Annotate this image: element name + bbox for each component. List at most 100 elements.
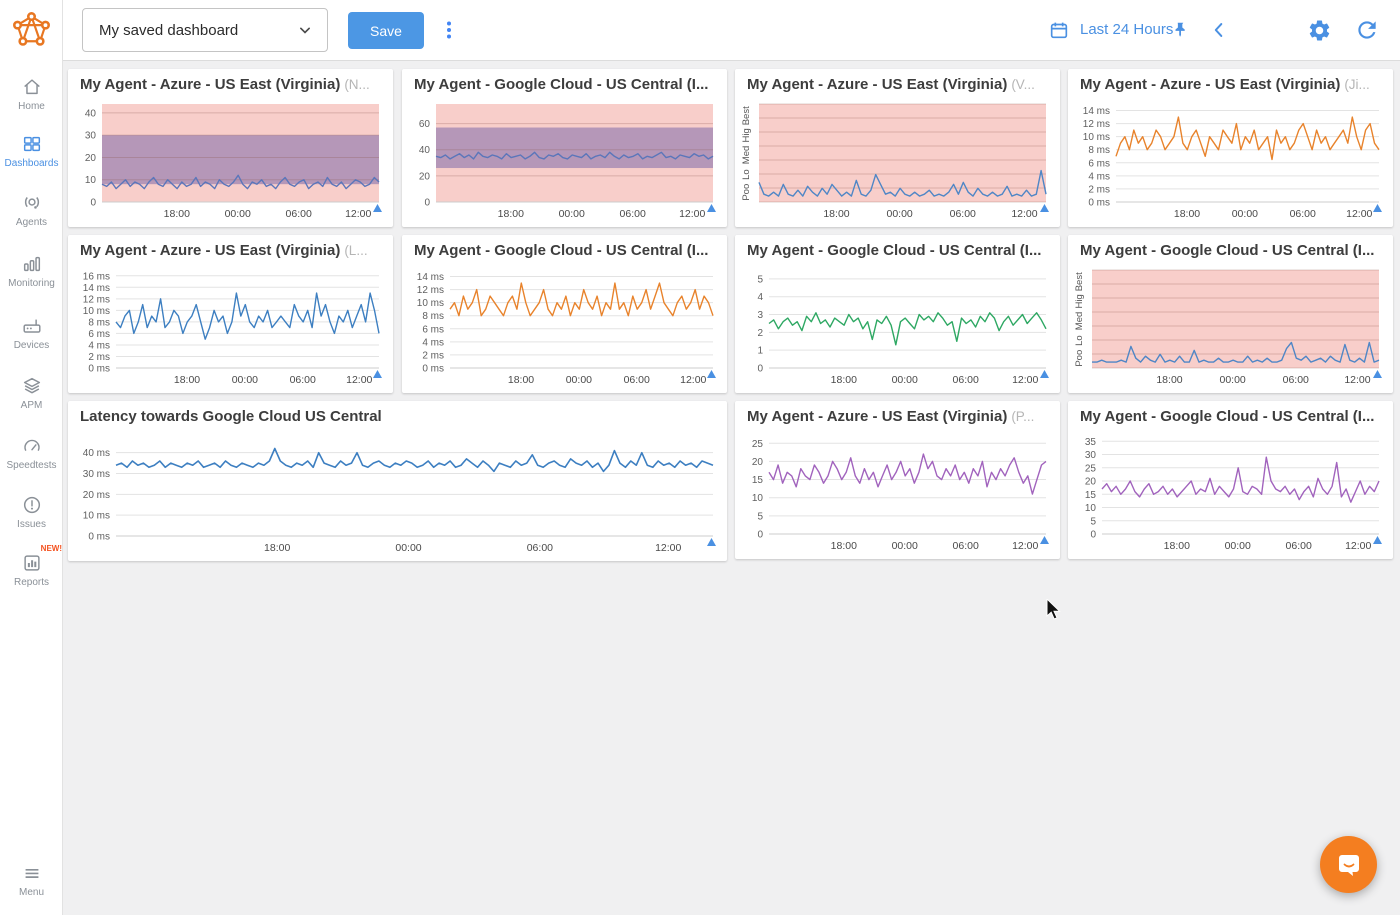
svg-text:00:00: 00:00 — [395, 542, 421, 554]
chart-title-text: My Agent - Google Cloud - US Central (I.… — [747, 242, 1041, 259]
svg-text:0 ms: 0 ms — [1088, 198, 1110, 209]
chart-plot[interactable]: 0510152025303518:0000:0006:0012:00 — [1068, 428, 1393, 559]
chart-title-text: My Agent - Azure - US East (Virginia) — [80, 242, 340, 259]
speedtests-icon — [0, 435, 63, 459]
sidebar-item-label: APM — [0, 400, 63, 411]
sidebar-item-reports[interactable]: NEW!Reports — [0, 552, 63, 588]
svg-text:12:00: 12:00 — [1012, 374, 1038, 386]
chart-card-title[interactable]: My Agent - Google Cloud - US Central (I.… — [402, 235, 727, 262]
svg-text:35: 35 — [1085, 437, 1097, 448]
chart-plot[interactable]: BestHigMedLoPoo18:0000:0006:0012:00 — [735, 96, 1060, 227]
chart-title-text: My Agent - Google Cloud - US Central (I.… — [414, 242, 708, 259]
svg-text:14 ms: 14 ms — [1083, 106, 1110, 117]
svg-text:00:00: 00:00 — [886, 208, 912, 220]
refresh-icon[interactable] — [1354, 17, 1380, 43]
svg-text:15: 15 — [1085, 490, 1097, 501]
chart-card-title[interactable]: My Agent - Google Cloud - US Central (I.… — [735, 235, 1060, 262]
chart-card: My Agent - Azure - US East (Virginia) (V.… — [735, 69, 1060, 227]
svg-text:20: 20 — [752, 457, 764, 468]
chart-card-title[interactable]: My Agent - Google Cloud - US Central (I.… — [1068, 235, 1393, 262]
chart-card-title[interactable]: My Agent - Google Cloud - US Central (I.… — [402, 69, 727, 96]
pin-icon[interactable] — [1171, 20, 1191, 40]
svg-text:18:00: 18:00 — [831, 374, 857, 386]
svg-text:00:00: 00:00 — [225, 208, 251, 220]
svg-text:8 ms: 8 ms — [422, 311, 444, 322]
svg-text:12 ms: 12 ms — [1083, 119, 1110, 130]
sidebar-item-issues[interactable]: Issues — [0, 494, 63, 530]
chart-title-text: My Agent - Azure - US East (Virginia) — [747, 76, 1007, 93]
dashboard-selector[interactable]: My saved dashboard — [82, 8, 328, 52]
sidebar-item-label: Monitoring — [0, 278, 63, 289]
sidebar-item-home[interactable]: Home — [0, 76, 63, 112]
chart-plot[interactable]: 01020304018:0000:0006:0012:00 — [68, 96, 393, 227]
chart-card: My Agent - Azure - US East (Virginia)(Ji… — [1068, 69, 1393, 227]
sidebar-item-label: Issues — [0, 519, 63, 530]
sidebar-item-apm[interactable]: APM — [0, 375, 63, 411]
chat-bubble-button[interactable] — [1320, 836, 1377, 893]
svg-text:10 ms: 10 ms — [417, 298, 444, 309]
svg-text:10: 10 — [752, 493, 764, 504]
monitoring-icon — [0, 253, 63, 277]
sidebar-item-label: Speedtests — [0, 460, 63, 471]
chart-card-title[interactable]: My Agent - Azure - US East (Virginia) (V.… — [735, 69, 1060, 96]
chart-plot[interactable]: 0 ms10 ms20 ms30 ms40 ms18:0000:0006:001… — [68, 428, 727, 561]
chart-title-text: My Agent - Google Cloud - US Central (I.… — [1080, 242, 1374, 259]
chart-title-suffix: (L... — [344, 243, 367, 258]
svg-text:0 ms: 0 ms — [88, 364, 110, 375]
svg-text:4 ms: 4 ms — [1088, 171, 1110, 182]
chart-card-title[interactable]: My Agent - Google Cloud - US Central (I.… — [1068, 401, 1393, 428]
chart-plot[interactable]: 0 ms2 ms4 ms6 ms8 ms10 ms12 ms14 ms18:00… — [1068, 96, 1393, 227]
svg-text:40: 40 — [85, 108, 97, 119]
chart-plot[interactable]: 0 ms2 ms4 ms6 ms8 ms10 ms12 ms14 ms18:00… — [402, 262, 727, 393]
svg-text:1: 1 — [757, 346, 763, 357]
svg-text:0: 0 — [90, 198, 96, 209]
settings-gear-icon[interactable] — [1307, 18, 1332, 43]
svg-text:00:00: 00:00 — [232, 374, 258, 386]
svg-text:Lo: Lo — [741, 169, 752, 180]
calendar-icon[interactable] — [1048, 19, 1070, 41]
sidebar-item-agents[interactable]: Agents — [0, 192, 63, 228]
svg-text:06:00: 06:00 — [624, 374, 650, 386]
collapse-panel-chevron-icon[interactable] — [1208, 19, 1230, 41]
svg-text:8 ms: 8 ms — [1088, 145, 1110, 156]
dashboard-grid: My Agent - Azure - US East (Virginia)(N.… — [63, 61, 1400, 915]
menu-icon — [0, 862, 63, 886]
svg-text:Poo: Poo — [741, 184, 752, 201]
svg-text:30: 30 — [85, 131, 97, 142]
sidebar-item-speedtests[interactable]: Speedtests — [0, 435, 63, 471]
chart-card-title[interactable]: My Agent - Azure - US East (Virginia)(P.… — [735, 401, 1060, 428]
svg-text:Lo: Lo — [1074, 335, 1085, 346]
chart-card-title[interactable]: Latency towards Google Cloud US Central — [68, 401, 727, 428]
chart-card-title[interactable]: My Agent - Azure - US East (Virginia)(N.… — [68, 69, 393, 96]
svg-text:Med: Med — [1074, 312, 1085, 330]
chart-plot[interactable]: BestHigMedLoPoo18:0000:0006:0012:00 — [1068, 262, 1393, 393]
time-range-label[interactable]: Last 24 Hours — [1080, 21, 1173, 38]
chart-card-title[interactable]: My Agent - Azure - US East (Virginia)(Ji… — [1068, 69, 1393, 96]
svg-text:12:00: 12:00 — [655, 542, 681, 554]
chart-plot[interactable]: 020406018:0000:0006:0012:00 — [402, 96, 727, 227]
app-logo-icon[interactable] — [10, 9, 53, 52]
svg-text:12:00: 12:00 — [679, 208, 705, 220]
svg-text:00:00: 00:00 — [1232, 208, 1258, 220]
sidebar-item-dashboards[interactable]: Dashboards — [0, 133, 63, 169]
chart-card: My Agent - Google Cloud - US Central (I.… — [1068, 401, 1393, 559]
svg-text:20: 20 — [419, 171, 431, 182]
sidebar-item-menu[interactable]: Menu — [0, 862, 63, 898]
chart-plot[interactable]: 051015202518:0000:0006:0012:00 — [735, 428, 1060, 559]
chart-card: Latency towards Google Cloud US Central0… — [68, 401, 727, 561]
svg-text:18:00: 18:00 — [508, 374, 534, 386]
svg-text:4 ms: 4 ms — [422, 337, 444, 348]
svg-text:40: 40 — [419, 145, 431, 156]
svg-text:6 ms: 6 ms — [422, 324, 444, 335]
sidebar-item-monitoring[interactable]: Monitoring — [0, 253, 63, 289]
svg-text:5: 5 — [757, 511, 763, 522]
chart-card-title[interactable]: My Agent - Azure - US East (Virginia) (L.… — [68, 235, 393, 262]
chart-plot[interactable]: 01234518:0000:0006:0012:00 — [735, 262, 1060, 393]
svg-text:2: 2 — [757, 328, 763, 339]
svg-text:00:00: 00:00 — [892, 540, 918, 552]
more-options-icon[interactable] — [437, 18, 461, 42]
chart-plot[interactable]: 0 ms2 ms4 ms6 ms8 ms10 ms12 ms14 ms16 ms… — [68, 262, 393, 393]
chart-title-suffix: (V... — [1011, 77, 1035, 92]
save-button[interactable]: Save — [348, 12, 424, 49]
sidebar-item-devices[interactable]: Devices — [0, 315, 63, 351]
